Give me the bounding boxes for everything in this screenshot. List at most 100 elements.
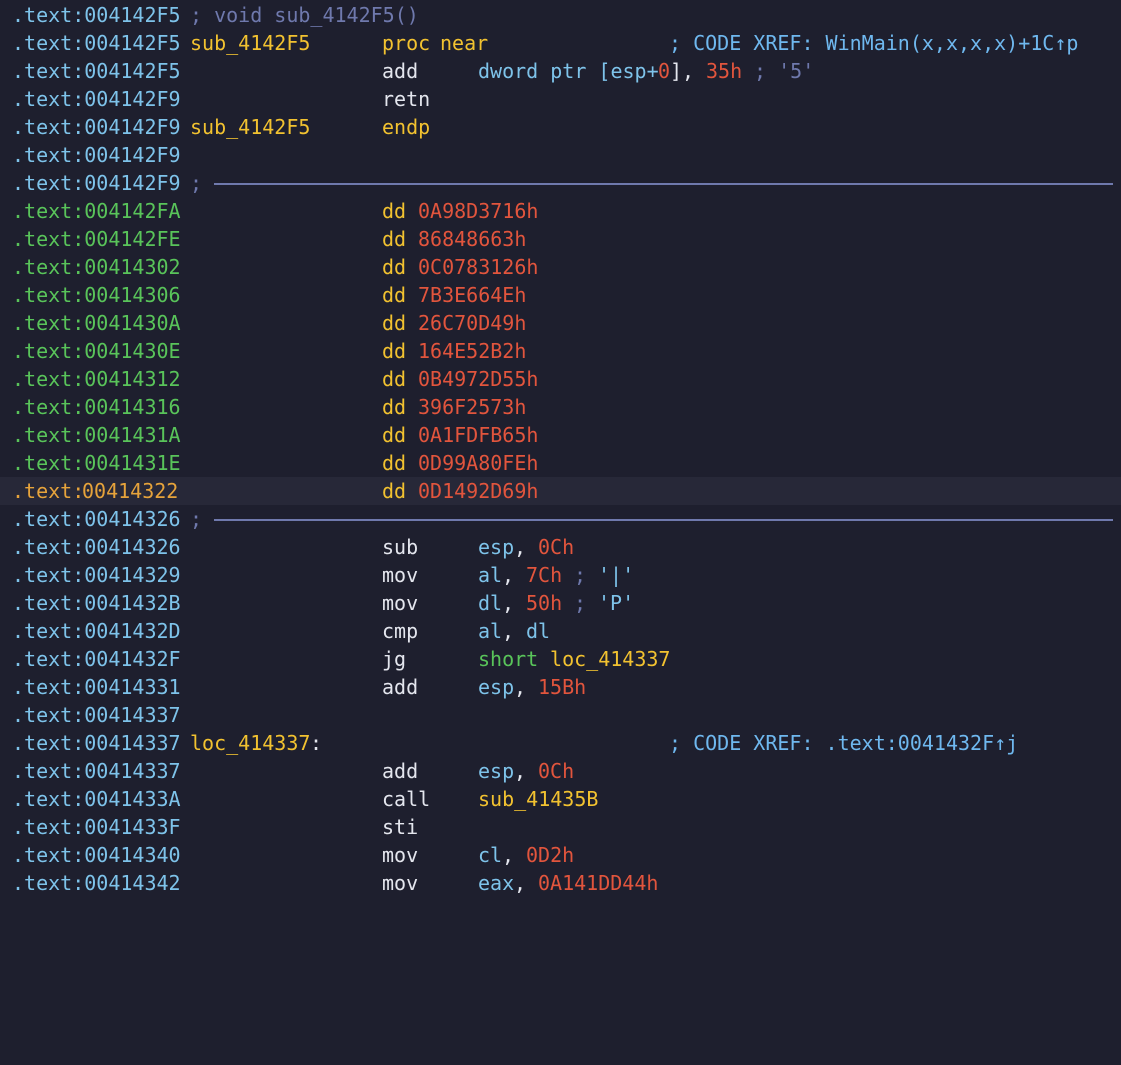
listing-line[interactable]: .text:0041431E dd 0D99A80FEh [0, 449, 1121, 477]
separator-comment: ; [190, 507, 203, 531]
address: .text:004142F5 [12, 59, 181, 83]
location-label[interactable]: loc_414337 [190, 729, 310, 757]
address: .text:004142F5 [12, 31, 181, 55]
call-target-label[interactable]: sub_41435B [478, 785, 598, 813]
listing-line[interactable]: .text:004142F9 ; [0, 169, 1121, 197]
operand-separator: , [514, 675, 539, 699]
listing-line[interactable]: .text:00414306 dd 7B3E664Eh [0, 281, 1121, 309]
listing-line[interactable]: .text:00414329 mov al , 7Ch ; '|' [0, 561, 1121, 589]
listing-line[interactable]: .text:00414342 mov eax , 0A141DD44h [0, 869, 1121, 897]
listing-line[interactable]: .text:00414337 add esp , 0Ch [0, 757, 1121, 785]
address: .text:004142F9 [12, 143, 181, 167]
address: .text:00414331 [12, 675, 181, 699]
separator-line [214, 183, 1113, 185]
data-value: 164E52B2h [418, 339, 527, 363]
data-directive: dd [382, 339, 407, 363]
char-comment: ; '5' [742, 59, 815, 83]
separator-comment: ; [190, 171, 203, 195]
jump-target-label[interactable]: loc_414337 [538, 645, 670, 673]
listing-line[interactable]: .text:004142F9 [0, 141, 1121, 169]
operand-register: esp [478, 535, 515, 559]
listing-line[interactable]: .text:0041431A dd 0A1FDFB65h [0, 421, 1121, 449]
function-prototype-comment: ; void sub_4142F5() [190, 3, 419, 27]
char-literal: '|' [598, 563, 635, 587]
mnemonic: cmp [382, 619, 419, 643]
listing-line[interactable]: .text:0041430E dd 164E52B2h [0, 337, 1121, 365]
address: .text:0041430E [12, 339, 181, 363]
listing-line[interactable]: .text:00414326 ; [0, 505, 1121, 533]
near-keyword: near [440, 31, 489, 55]
data-value: 7B3E664Eh [418, 283, 527, 307]
address-segment: .text: [12, 479, 85, 503]
data-directive: dd [382, 423, 407, 447]
listing-line[interactable]: .text:0041433A call sub_41435B [0, 785, 1121, 813]
listing-line[interactable]: .text:004142FA dd 0A98D3716h [0, 197, 1121, 225]
listing-line[interactable]: .text:0041432F jg short loc_414337 [0, 645, 1121, 673]
data-value: 26C70D49h [418, 311, 527, 335]
address: .text:00414302 [12, 255, 181, 279]
address: .text:004142F9 [12, 87, 181, 111]
listing-line[interactable]: .text:00414337 loc_414337 : ; CODE XREF:… [0, 729, 1121, 757]
address: .text:004142FE [12, 227, 181, 251]
listing-line[interactable]: .text:0041433F sti [0, 813, 1121, 841]
address: .text:0041430A [12, 311, 181, 335]
data-value: 0C0783126h [418, 255, 539, 279]
operand-short-keyword: short [478, 647, 539, 671]
operand-immediate: 35h [706, 59, 743, 83]
current-listing-line[interactable]: .text: 00414322 dd 0D1492D69h [0, 477, 1121, 505]
address: .text:004142F9 [12, 171, 181, 195]
listing-line[interactable]: .text:00414316 dd 396F2573h [0, 393, 1121, 421]
address: .text:00414337 [12, 703, 181, 727]
operand-register: al [478, 619, 503, 643]
operand-register: esp [478, 759, 515, 783]
listing-line[interactable]: .text:004142F5 add dword ptr [esp+ 0 ], … [0, 57, 1121, 85]
data-value: 0A1FDFB65h [418, 423, 539, 447]
listing-line[interactable]: .text:004142FE dd 86848663h [0, 225, 1121, 253]
function-label[interactable]: sub_4142F5 [190, 29, 310, 57]
data-directive: dd [382, 395, 407, 419]
operand-register: dl [526, 619, 551, 643]
listing-line[interactable]: .text:004142F9 sub_4142F5 endp [0, 113, 1121, 141]
address: .text:0041432B [12, 591, 181, 615]
data-directive: dd [382, 367, 407, 391]
address-offset: 00414322 [82, 479, 179, 503]
proc-keyword: proc [382, 31, 431, 55]
address: .text:00414316 [12, 395, 181, 419]
listing-line[interactable]: .text:0041432B mov dl , 50h ; 'P' [0, 589, 1121, 617]
address: .text:0041433A [12, 787, 181, 811]
listing-line[interactable]: .text:00414337 [0, 701, 1121, 729]
address: .text:0041433F [12, 815, 181, 839]
listing-line[interactable]: .text:004142F9 retn [0, 85, 1121, 113]
listing-line[interactable]: .text:00414302 dd 0C0783126h [0, 253, 1121, 281]
operand-punct: ], [670, 59, 707, 83]
listing-line[interactable]: .text:00414331 add esp , 15Bh [0, 673, 1121, 701]
data-value: 0B4972D55h [418, 367, 539, 391]
operand-separator: , [502, 591, 527, 615]
address: .text:004142FA [12, 199, 181, 223]
listing-line[interactable]: .text:0041432D cmp al , dl [0, 617, 1121, 645]
listing-line[interactable]: .text:0041430A dd 26C70D49h [0, 309, 1121, 337]
listing-line[interactable]: .text:00414340 mov cl , 0D2h [0, 841, 1121, 869]
code-xref-comment[interactable]: ; CODE XREF: .text:0041432F↑j [669, 729, 1018, 757]
address: .text:00414326 [12, 507, 181, 531]
mnemonic: mov [382, 591, 419, 615]
listing-line[interactable]: .text:00414312 dd 0B4972D55h [0, 365, 1121, 393]
operand-separator: , [502, 619, 527, 643]
address: .text:00414312 [12, 367, 181, 391]
operand-separator: , [514, 871, 539, 895]
function-label[interactable]: sub_4142F5 [190, 113, 310, 141]
address: .text:0041432D [12, 619, 181, 643]
listing-line[interactable]: .text:004142F5 sub_4142F5 proc near ; CO… [0, 29, 1121, 57]
data-directive: dd [382, 479, 407, 503]
listing-line[interactable]: .text:00414326 sub esp , 0Ch [0, 533, 1121, 561]
disassembly-listing[interactable]: .text:004142F5 ; void sub_4142F5() .text… [0, 0, 1121, 900]
listing-line[interactable]: .text:004142F5 ; void sub_4142F5() [0, 1, 1121, 29]
address: .text:0041431A [12, 423, 181, 447]
operand-register: esp [478, 675, 515, 699]
operand-register: eax [478, 871, 515, 895]
data-value: 0A98D3716h [418, 199, 539, 223]
label-colon: : [310, 731, 323, 755]
code-xref-comment[interactable]: ; CODE XREF: WinMain(x,x,x,x)+1C↑p [669, 29, 1078, 57]
mnemonic: sub [382, 535, 419, 559]
operand-separator: , [502, 843, 527, 867]
